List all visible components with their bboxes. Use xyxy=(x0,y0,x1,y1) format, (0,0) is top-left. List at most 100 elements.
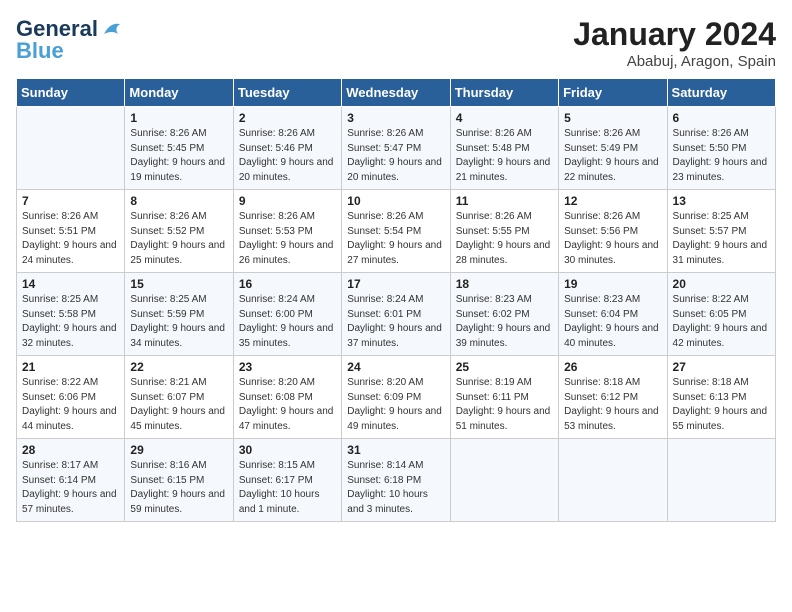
day-number: 27 xyxy=(673,360,770,374)
cell-sun-info: Sunrise: 8:26 AM Sunset: 5:56 PM Dayligh… xyxy=(564,210,661,268)
cell-sun-info: Sunrise: 8:24 AM Sunset: 6:01 PM Dayligh… xyxy=(347,293,444,351)
cell-sun-info: Sunrise: 8:23 AM Sunset: 6:02 PM Dayligh… xyxy=(456,293,553,351)
day-number: 16 xyxy=(239,277,336,291)
day-number: 12 xyxy=(564,194,661,208)
title-area: January 2024 Ababuj, Aragon, Spain xyxy=(573,16,776,70)
day-number: 24 xyxy=(347,360,444,374)
cell-sun-info: Sunrise: 8:26 AM Sunset: 5:48 PM Dayligh… xyxy=(456,127,553,185)
weekday-header-friday: Friday xyxy=(559,79,667,107)
calendar-body: 1Sunrise: 8:26 AM Sunset: 5:45 PM Daylig… xyxy=(17,107,776,522)
cell-sun-info: Sunrise: 8:25 AM Sunset: 5:58 PM Dayligh… xyxy=(22,293,119,351)
weekday-header-sunday: Sunday xyxy=(17,79,125,107)
calendar-cell: 21 Sunrise: 8:22 AM Sunset: 6:06 PM Dayli… xyxy=(17,356,125,439)
calendar-cell: 31 Sunrise: 8:14 AM Sunset: 6:18 PM Dayli… xyxy=(342,439,450,522)
cell-sun-info: Sunrise: 8:26 AM Sunset: 5:55 PM Dayligh… xyxy=(456,210,553,268)
day-number: 10 xyxy=(347,194,444,208)
calendar-table: SundayMondayTuesdayWednesdayThursdayFrid… xyxy=(16,78,776,522)
day-number: 2 xyxy=(239,111,336,125)
calendar-cell: 19Sunrise: 8:23 AM Sunset: 6:04 PM Dayli… xyxy=(559,273,667,356)
day-number: 20 xyxy=(673,277,770,291)
weekday-header-row: SundayMondayTuesdayWednesdayThursdayFrid… xyxy=(17,79,776,107)
calendar-cell: 6 Sunrise: 8:26 AM Sunset: 5:50 PM Daylig… xyxy=(667,107,775,190)
day-number: 6 xyxy=(673,111,770,125)
day-number: 30 xyxy=(239,443,336,457)
cell-sun-info: Sunrise: 8:15 AM Sunset: 6:17 PM Dayligh… xyxy=(239,459,336,517)
cell-sun-info: Sunrise: 8:20 AM Sunset: 6:08 PM Dayligh… xyxy=(239,376,336,434)
calendar-cell: 14 Sunrise: 8:25 AM Sunset: 5:58 PM Dayli… xyxy=(17,273,125,356)
day-number: 14 xyxy=(22,277,119,291)
logo-bird-icon xyxy=(100,20,122,38)
day-number: 26 xyxy=(564,360,661,374)
cell-sun-info: Sunrise: 8:25 AM Sunset: 5:57 PM Dayligh… xyxy=(673,210,770,268)
cell-sun-info: Sunrise: 8:21 AM Sunset: 6:07 PM Dayligh… xyxy=(130,376,227,434)
calendar-cell: 28 Sunrise: 8:17 AM Sunset: 6:14 PM Dayli… xyxy=(17,439,125,522)
day-number: 13 xyxy=(673,194,770,208)
calendar-cell: 27 Sunrise: 8:18 AM Sunset: 6:13 PM Dayli… xyxy=(667,356,775,439)
cell-sun-info: Sunrise: 8:17 AM Sunset: 6:14 PM Dayligh… xyxy=(22,459,119,517)
day-number: 29 xyxy=(130,443,227,457)
weekday-header-wednesday: Wednesday xyxy=(342,79,450,107)
calendar-cell: 9Sunrise: 8:26 AM Sunset: 5:53 PM Daylig… xyxy=(233,190,341,273)
cell-sun-info: Sunrise: 8:19 AM Sunset: 6:11 PM Dayligh… xyxy=(456,376,553,434)
day-number: 18 xyxy=(456,277,553,291)
day-number: 7 xyxy=(22,194,119,208)
day-number: 28 xyxy=(22,443,119,457)
cell-sun-info: Sunrise: 8:16 AM Sunset: 6:15 PM Dayligh… xyxy=(130,459,227,517)
cell-sun-info: Sunrise: 8:18 AM Sunset: 6:12 PM Dayligh… xyxy=(564,376,661,434)
day-number: 1 xyxy=(130,111,227,125)
cell-sun-info: Sunrise: 8:22 AM Sunset: 6:06 PM Dayligh… xyxy=(22,376,119,434)
calendar-cell: 2 Sunrise: 8:26 AM Sunset: 5:46 PM Daylig… xyxy=(233,107,341,190)
calendar-week-row: 28 Sunrise: 8:17 AM Sunset: 6:14 PM Dayli… xyxy=(17,439,776,522)
calendar-cell: 7 Sunrise: 8:26 AM Sunset: 5:51 PM Daylig… xyxy=(17,190,125,273)
calendar-cell: 1Sunrise: 8:26 AM Sunset: 5:45 PM Daylig… xyxy=(125,107,233,190)
cell-sun-info: Sunrise: 8:22 AM Sunset: 6:05 PM Dayligh… xyxy=(673,293,770,351)
calendar-cell xyxy=(667,439,775,522)
month-title: January 2024 xyxy=(573,16,776,53)
cell-sun-info: Sunrise: 8:26 AM Sunset: 5:46 PM Dayligh… xyxy=(239,127,336,185)
calendar-cell: 25 Sunrise: 8:19 AM Sunset: 6:11 PM Dayli… xyxy=(450,356,558,439)
day-number: 11 xyxy=(456,194,553,208)
cell-sun-info: Sunrise: 8:25 AM Sunset: 5:59 PM Dayligh… xyxy=(130,293,227,351)
logo-blue: Blue xyxy=(16,38,64,64)
cell-sun-info: Sunrise: 8:26 AM Sunset: 5:50 PM Dayligh… xyxy=(673,127,770,185)
day-number: 23 xyxy=(239,360,336,374)
calendar-cell: 16Sunrise: 8:24 AM Sunset: 6:00 PM Dayli… xyxy=(233,273,341,356)
day-number: 21 xyxy=(22,360,119,374)
cell-sun-info: Sunrise: 8:14 AM Sunset: 6:18 PM Dayligh… xyxy=(347,459,444,517)
cell-sun-info: Sunrise: 8:18 AM Sunset: 6:13 PM Dayligh… xyxy=(673,376,770,434)
weekday-header-thursday: Thursday xyxy=(450,79,558,107)
cell-sun-info: Sunrise: 8:26 AM Sunset: 5:47 PM Dayligh… xyxy=(347,127,444,185)
weekday-header-saturday: Saturday xyxy=(667,79,775,107)
cell-sun-info: Sunrise: 8:23 AM Sunset: 6:04 PM Dayligh… xyxy=(564,293,661,351)
day-number: 22 xyxy=(130,360,227,374)
calendar-cell: 17 Sunrise: 8:24 AM Sunset: 6:01 PM Dayli… xyxy=(342,273,450,356)
day-number: 3 xyxy=(347,111,444,125)
weekday-header-tuesday: Tuesday xyxy=(233,79,341,107)
calendar-cell: 20 Sunrise: 8:22 AM Sunset: 6:05 PM Dayli… xyxy=(667,273,775,356)
calendar-cell: 12 Sunrise: 8:26 AM Sunset: 5:56 PM Dayli… xyxy=(559,190,667,273)
calendar-cell xyxy=(17,107,125,190)
day-number: 15 xyxy=(130,277,227,291)
day-number: 8 xyxy=(130,194,227,208)
calendar-cell: 5Sunrise: 8:26 AM Sunset: 5:49 PM Daylig… xyxy=(559,107,667,190)
cell-sun-info: Sunrise: 8:26 AM Sunset: 5:49 PM Dayligh… xyxy=(564,127,661,185)
day-number: 25 xyxy=(456,360,553,374)
calendar-cell xyxy=(559,439,667,522)
day-number: 4 xyxy=(456,111,553,125)
cell-sun-info: Sunrise: 8:26 AM Sunset: 5:52 PM Dayligh… xyxy=(130,210,227,268)
calendar-week-row: 1Sunrise: 8:26 AM Sunset: 5:45 PM Daylig… xyxy=(17,107,776,190)
day-number: 17 xyxy=(347,277,444,291)
logo: General Blue xyxy=(16,16,122,64)
calendar-cell: 10 Sunrise: 8:26 AM Sunset: 5:54 PM Dayli… xyxy=(342,190,450,273)
cell-sun-info: Sunrise: 8:20 AM Sunset: 6:09 PM Dayligh… xyxy=(347,376,444,434)
cell-sun-info: Sunrise: 8:26 AM Sunset: 5:54 PM Dayligh… xyxy=(347,210,444,268)
page-header: General Blue January 2024 Ababuj, Aragon… xyxy=(16,16,776,70)
calendar-cell: 11 Sunrise: 8:26 AM Sunset: 5:55 PM Dayli… xyxy=(450,190,558,273)
calendar-cell: 8 Sunrise: 8:26 AM Sunset: 5:52 PM Daylig… xyxy=(125,190,233,273)
weekday-header-monday: Monday xyxy=(125,79,233,107)
location-subtitle: Ababuj, Aragon, Spain xyxy=(573,53,776,70)
cell-sun-info: Sunrise: 8:26 AM Sunset: 5:53 PM Dayligh… xyxy=(239,210,336,268)
day-number: 31 xyxy=(347,443,444,457)
cell-sun-info: Sunrise: 8:26 AM Sunset: 5:51 PM Dayligh… xyxy=(22,210,119,268)
calendar-cell: 30 Sunrise: 8:15 AM Sunset: 6:17 PM Dayli… xyxy=(233,439,341,522)
